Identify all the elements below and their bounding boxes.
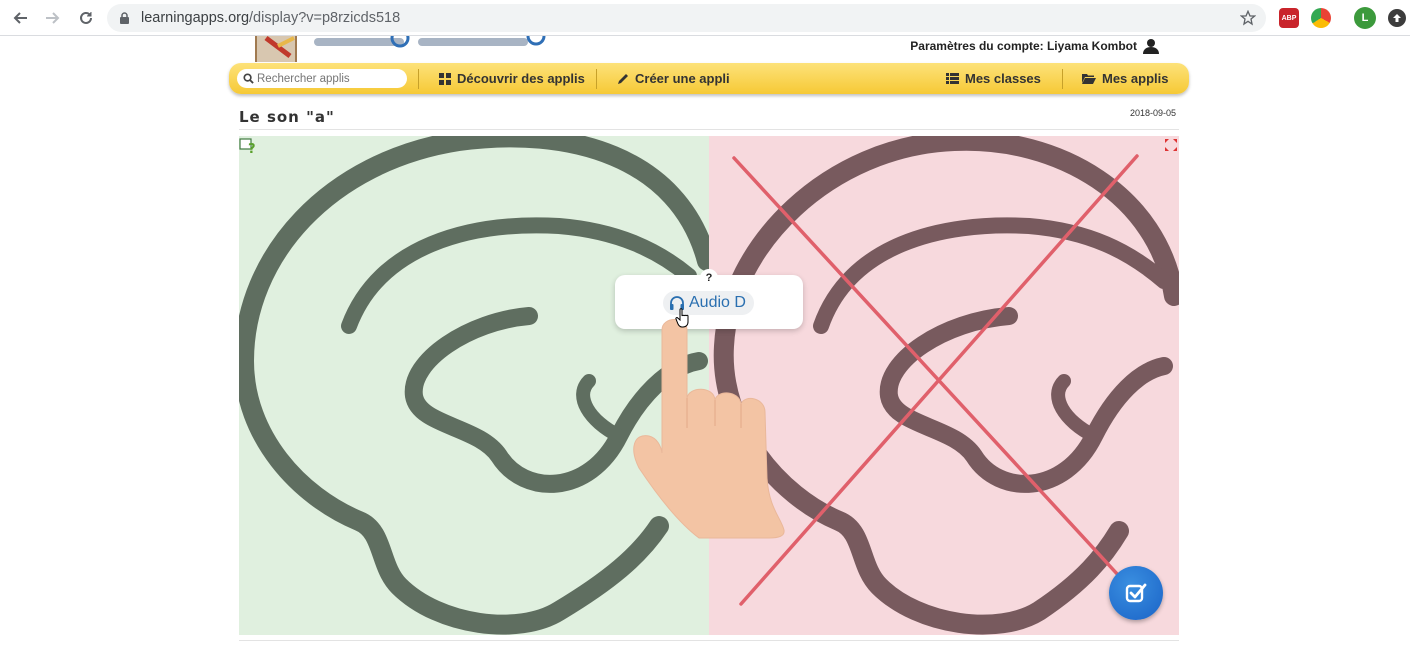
my-classes-link[interactable]: Mes classes xyxy=(946,63,1041,94)
create-app-label: Créer une appli xyxy=(635,71,730,86)
back-button[interactable] xyxy=(8,6,32,30)
card-help-badge[interactable]: ? xyxy=(700,269,718,287)
profile-letter: L xyxy=(1361,12,1369,24)
my-apps-label: Mes applis xyxy=(1102,71,1169,86)
exercise-stage: ? ? Audio D xyxy=(239,136,1179,635)
forward-button[interactable] xyxy=(41,6,65,30)
discover-apps-link[interactable]: Découvrir des applis xyxy=(439,63,585,94)
chrome-extension-icon[interactable] xyxy=(1311,8,1331,28)
help-icon[interactable]: ? xyxy=(239,138,257,157)
list-icon xyxy=(946,73,959,84)
pointing-hand-icon xyxy=(633,319,785,539)
account-settings[interactable]: Paramètres du compte: Liyama Kombot xyxy=(910,38,1159,54)
app-title: Le son "a" xyxy=(239,108,335,126)
reload-button[interactable] xyxy=(74,6,98,30)
hand-cursor-icon xyxy=(675,308,689,328)
fullscreen-icon[interactable] xyxy=(1165,138,1177,151)
menu-separator xyxy=(1062,69,1063,89)
check-answer-button[interactable] xyxy=(1109,566,1163,620)
forward-arrow-icon xyxy=(46,12,60,24)
expand-graphic xyxy=(1165,139,1177,151)
learningapps-logo[interactable] xyxy=(238,36,558,62)
my-classes-label: Mes classes xyxy=(965,71,1041,86)
account-label: Paramètres du compte: Liyama Kombot xyxy=(910,39,1137,53)
adblock-extension-icon[interactable]: ABP xyxy=(1279,8,1299,28)
divider xyxy=(239,640,1179,641)
bookmark-star-icon[interactable] xyxy=(1240,10,1256,26)
up-arrow-icon xyxy=(1393,14,1401,22)
folder-open-icon xyxy=(1082,74,1096,84)
menu-separator xyxy=(596,69,597,89)
back-arrow-icon xyxy=(13,12,27,24)
main-menu-bar: Découvrir des applis Créer une appli Mes… xyxy=(229,63,1189,94)
site-header: Paramètres du compte: Liyama Kombot xyxy=(0,36,1410,62)
adblock-label: ABP xyxy=(1281,14,1297,22)
search-box[interactable] xyxy=(237,69,407,88)
cross-mark-icon xyxy=(732,154,1139,606)
logo-graphic xyxy=(255,36,546,62)
my-apps-link[interactable]: Mes applis xyxy=(1082,63,1168,94)
browser-toolbar: learningapps.org/display?v=p8rzicds518 A… xyxy=(0,0,1410,36)
search-input[interactable] xyxy=(257,72,405,85)
discover-apps-label: Découvrir des applis xyxy=(457,71,585,86)
url-text: learningapps.org/display?v=p8rzicds518 xyxy=(141,10,400,26)
grid-icon xyxy=(439,72,451,85)
svg-text:?: ? xyxy=(248,142,256,154)
profile-avatar[interactable]: L xyxy=(1354,7,1376,29)
menu-separator xyxy=(418,69,419,89)
divider xyxy=(239,129,1179,130)
help-question-graphic: ? xyxy=(239,138,256,157)
user-icon xyxy=(1143,39,1159,54)
url-host: learningapps.org xyxy=(141,10,250,26)
url-path: /display?v=p8rzicds518 xyxy=(249,10,401,26)
search-icon xyxy=(243,73,254,84)
create-app-link[interactable]: Créer une appli xyxy=(617,63,730,94)
lock-icon xyxy=(120,12,129,24)
checkbox-check-icon xyxy=(1125,583,1147,603)
app-date: 2018-09-05 xyxy=(1130,108,1177,118)
pencil-icon xyxy=(618,73,628,84)
reload-icon xyxy=(80,11,92,24)
address-bar[interactable]: learningapps.org/display?v=p8rzicds518 xyxy=(107,4,1266,32)
update-arrow-icon[interactable] xyxy=(1388,9,1406,27)
